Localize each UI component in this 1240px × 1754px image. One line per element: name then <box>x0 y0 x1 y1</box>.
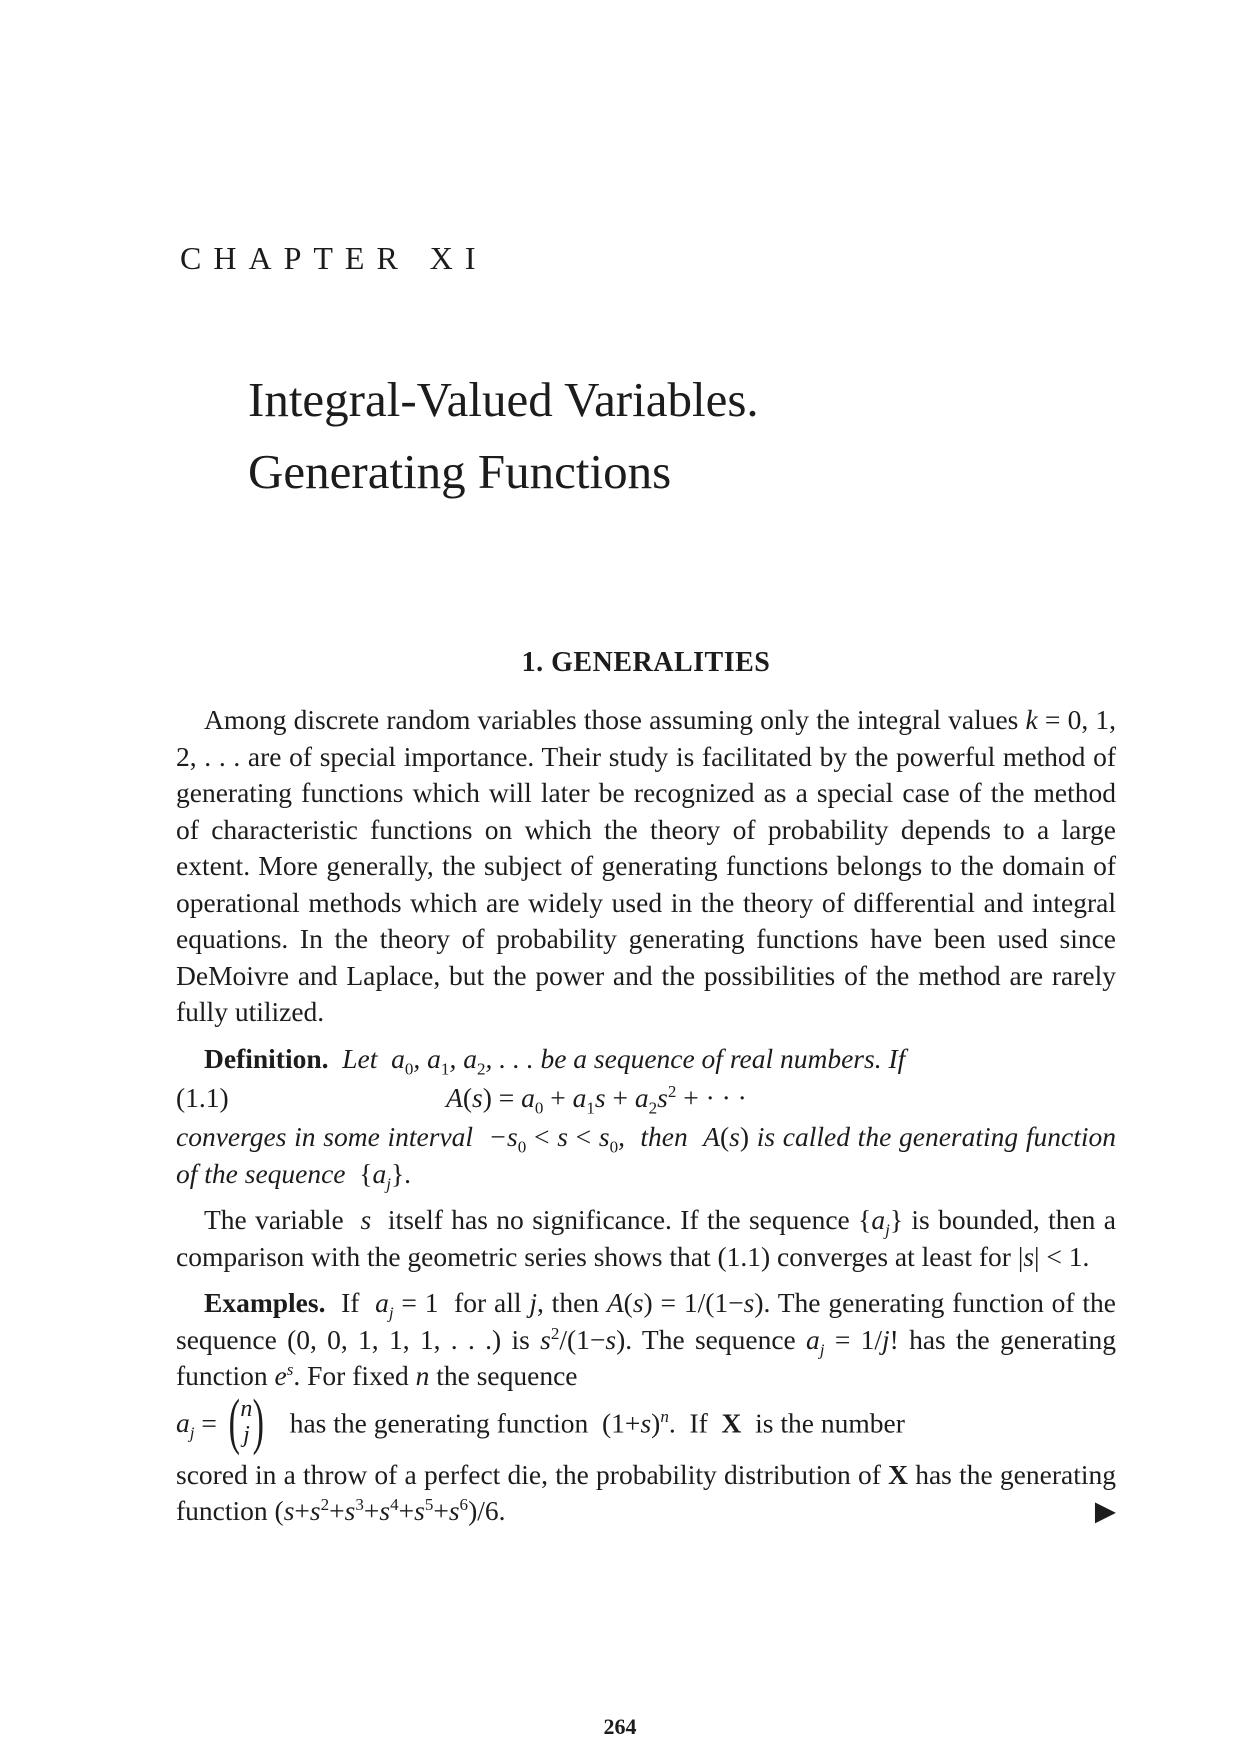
variable-paragraph: The variable s itself has no significanc… <box>176 1204 1116 1272</box>
equation-number: (1.1) <box>176 1081 229 1113</box>
intro-paragraph: Among discrete random variables those as… <box>176 704 1116 1027</box>
definition-paragraph: Definition. Let a0, a1, a2, . . . be a s… <box>204 1042 906 1078</box>
section-heading: 1. GENERALITIES <box>521 647 771 678</box>
page-number: 264 <box>603 1714 637 1739</box>
body-text: Among discrete random variables those as… <box>176 702 1116 1530</box>
equation-1-1: (1.1) A(s) = a0 + a1s + a2s2 + · · · <box>176 1077 1116 1119</box>
binomial-line: aj = (n j) has the generating function (1… <box>176 1387 1116 1457</box>
end-of-example-icon: ▶ <box>1094 1495 1116 1526</box>
chapter-label: CHAPTER XI <box>180 240 488 276</box>
examples-paragraph-1: Examples. If aj = 1 for all j, then A(s)… <box>176 1287 1116 1391</box>
binomial-coefficient: (n j) <box>228 1387 265 1456</box>
definition-continuation: converges in some interval −s0 < s < s0,… <box>176 1121 1116 1193</box>
chapter-title-line-1: Integral-Valued Variables. <box>248 372 759 427</box>
equation-body: A(s) = a0 + a1s + a2s2 + · · · <box>446 1081 747 1118</box>
examples-paragraph-2: aj = (n j) has the generating function (1… <box>176 1387 905 1456</box>
chapter-title-line-2: Generating Functions <box>248 444 672 499</box>
examples-paragraph-3: scored in a throw of a perfect die, the … <box>176 1457 1116 1530</box>
